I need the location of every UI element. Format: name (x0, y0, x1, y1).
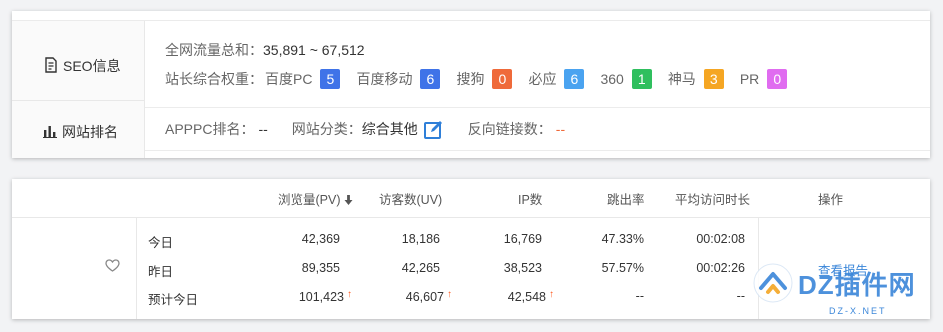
sort-desc-icon[interactable] (344, 193, 353, 207)
cell-pv-value: 101,423 (298, 290, 344, 304)
weight-360[interactable]: 360 1 (600, 69, 652, 89)
ranking-section-label: 网站排名 (43, 122, 118, 142)
arrow-up-icon: ↑ (549, 289, 554, 300)
document-icon (44, 56, 63, 76)
cell-bounce: 47.33% (601, 232, 644, 246)
cell-uv-value: 46,607 (405, 290, 444, 304)
weight-pr[interactable]: PR 0 (739, 69, 788, 89)
backlinks-value: -- (555, 121, 566, 137)
cell-bounce: -- (635, 289, 644, 303)
cell-avg-time: -- (736, 289, 745, 303)
weight-name: 搜狗 (456, 71, 485, 87)
weight-row: 站长综合权重： 百度PC 5 百度移动 6 搜狗 0 必应 6 360 1 神马… (165, 69, 803, 89)
cell-bounce: 57.57% (601, 261, 644, 275)
weight-baidu-mobile[interactable]: 百度移动 6 (356, 69, 441, 89)
apppc-value: -- (258, 121, 268, 137)
backlinks-label: 反向链接数： (467, 121, 552, 137)
weight-shenma[interactable]: 神马 3 (668, 69, 724, 89)
cell-ip: 42,548 ↑ (508, 289, 554, 304)
cell-avg-time: 00:02:26 (696, 261, 745, 275)
watermark-logo: DZ插件网 (752, 262, 916, 304)
header-pv[interactable]: 浏览量(PV) (278, 189, 353, 208)
category-label: 网站分类： (291, 121, 362, 137)
traffic-value: 35,891 ~ 67,512 (263, 42, 365, 58)
header-divider (12, 217, 930, 218)
cell-uv: 42,265 (401, 261, 440, 275)
weight-name: 神马 (667, 71, 696, 87)
weight-baidu-pc[interactable]: 百度PC 5 (265, 69, 341, 89)
weight-bing[interactable]: 必应 6 (528, 69, 585, 89)
favorite-heart-icon[interactable] (105, 259, 120, 275)
weight-name: 必应 (528, 71, 557, 87)
bar-chart-icon (43, 124, 62, 141)
cell-ip: 38,523 (503, 261, 542, 275)
weight-badge: 6 (420, 69, 441, 89)
watermark-emblem-icon (753, 263, 793, 303)
cell-pv: 89,355 (301, 261, 340, 275)
weight-badge: 1 (631, 69, 652, 89)
weight-badge: 3 (703, 69, 724, 89)
watermark-text: DZ插件网 (798, 269, 916, 300)
traffic-label: 全网流量总和： (165, 42, 263, 58)
row-label-today: 今日 (148, 236, 174, 250)
edit-icon[interactable] (423, 120, 444, 139)
weight-name: PR (739, 71, 760, 87)
apppc-label: APPPC排名： (165, 121, 255, 137)
row-label-forecast: 预计今日 (148, 293, 199, 307)
category-value: 综合其他 (361, 121, 418, 137)
cell-pv: 42,369 (301, 232, 340, 246)
cell-pv: 101,423 ↑ (299, 289, 352, 304)
header-bounce[interactable]: 跳出率 (607, 189, 645, 208)
card-top-strip (12, 11, 930, 21)
weight-badge: 6 (564, 69, 585, 89)
weight-name: 百度移动 (356, 71, 413, 87)
arrow-up-icon: ↑ (347, 289, 352, 300)
seo-label-text: SEO信息 (63, 58, 121, 74)
weight-name: 百度PC (265, 71, 313, 87)
weight-badge: 0 (767, 69, 788, 89)
cell-uv: 46,607 ↑ (406, 289, 452, 304)
weight-badge: 5 (320, 69, 341, 89)
seo-section-label: SEO信息 (44, 56, 121, 76)
watermark-subtext: DZ-X.NET (829, 306, 887, 316)
row-divider-bottom (145, 150, 930, 151)
header-ip[interactable]: IP数 (518, 189, 542, 208)
column-divider (136, 218, 137, 319)
cell-ip: 16,769 (503, 232, 542, 246)
cell-ip-value: 42,548 (507, 290, 546, 304)
seo-info-card: SEO信息 网站排名 全网流量总和： 35,891 ~ 67,512 站长综合权… (12, 11, 930, 158)
row-label-yesterday: 昨日 (148, 265, 174, 279)
header-uv[interactable]: 访客数(UV) (379, 189, 442, 208)
cell-uv: 18,186 (401, 232, 440, 246)
traffic-row: 全网流量总和： 35,891 ~ 67,512 (165, 40, 365, 60)
header-action: 操作 (818, 193, 844, 207)
weight-badge: 0 (492, 69, 513, 89)
cell-avg-time: 00:02:08 (696, 232, 745, 246)
side-divider (12, 100, 144, 101)
weight-label: 站长综合权重： (165, 71, 263, 87)
header-avg-time[interactable]: 平均访问时长 (675, 189, 750, 208)
row-divider (145, 107, 930, 108)
arrow-up-icon: ↑ (447, 289, 452, 300)
weight-name: 360 (600, 71, 624, 87)
header-pv-text: 浏览量(PV) (278, 193, 341, 207)
weight-sogou[interactable]: 搜狗 0 (456, 69, 513, 89)
ranking-label-text: 网站排名 (62, 124, 118, 140)
ranking-row: APPPC排名： -- 网站分类： 综合其他 反向链接数： -- (165, 119, 565, 139)
